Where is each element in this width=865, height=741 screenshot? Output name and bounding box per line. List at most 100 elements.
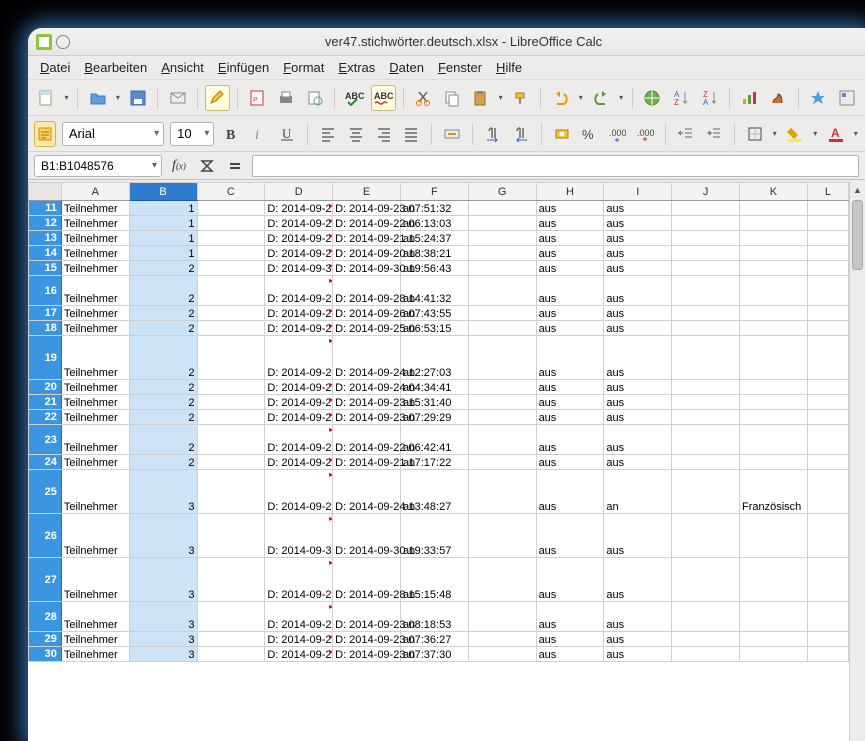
show-draw-icon[interactable] [766,85,791,111]
export-pdf-icon[interactable]: P [245,85,270,111]
cell[interactable] [740,425,808,455]
cell[interactable]: aus [536,261,604,276]
cell[interactable]: D: 2014-09-2 [265,395,333,410]
add-decimal-icon[interactable]: .000 [606,121,628,147]
cell[interactable]: aus [604,647,672,662]
row-header[interactable]: 18 [29,321,62,336]
cell[interactable]: 3 [129,647,197,662]
menu-daten[interactable]: Daten [383,58,430,77]
cell[interactable] [740,632,808,647]
new-doc-icon[interactable] [34,85,59,111]
row-header[interactable]: 28 [29,602,62,632]
row-header[interactable]: 17 [29,306,62,321]
cell[interactable] [197,306,265,321]
cell[interactable] [672,470,740,514]
font-color-icon[interactable]: A [825,121,847,147]
cell[interactable]: Teilnehmer [61,558,129,602]
cell[interactable]: D: 2014-09-21 15:24:37 [333,231,401,246]
cell[interactable] [740,336,808,380]
cell[interactable] [807,647,848,662]
sum-icon[interactable] [196,155,218,177]
percent-icon[interactable]: % [578,121,600,147]
dropdown-icon[interactable]: ▾ [812,129,819,138]
cell[interactable] [468,632,536,647]
cell[interactable] [807,514,848,558]
cell[interactable]: D: 2014-09-26 07:43:55 [333,306,401,321]
cell[interactable] [740,647,808,662]
cell[interactable] [740,306,808,321]
merge-cells-icon[interactable] [441,121,463,147]
row-header[interactable]: 30 [29,647,62,662]
cell[interactable]: D: 2014-09-24 04:34:41 [333,380,401,395]
cell[interactable]: aus [604,306,672,321]
cell[interactable]: Teilnehmer [61,425,129,455]
cell[interactable] [468,261,536,276]
cell[interactable]: 3 [129,602,197,632]
cell[interactable]: D: 2014-09-2 [265,306,333,321]
cell[interactable]: Teilnehmer [61,395,129,410]
column-header-I[interactable]: I [604,183,672,201]
cell[interactable]: 2 [129,261,197,276]
row-header[interactable]: 29 [29,632,62,647]
cell[interactable] [740,276,808,306]
cell[interactable] [807,276,848,306]
row-header[interactable]: 16 [29,276,62,306]
cell[interactable] [740,455,808,470]
cell[interactable]: aus [536,276,604,306]
cell[interactable] [197,602,265,632]
cell[interactable] [740,216,808,231]
cell[interactable] [807,261,848,276]
menu-ansicht[interactable]: Ansicht [155,58,210,77]
cell[interactable] [197,216,265,231]
styles-icon[interactable] [34,121,56,147]
bold-icon[interactable]: B [220,121,242,147]
cell[interactable] [197,395,265,410]
cell[interactable]: D: 2014-09-23 07:36:27 [333,632,401,647]
cell[interactable] [197,261,265,276]
cell[interactable]: Teilnehmer [61,231,129,246]
cell[interactable] [197,321,265,336]
cell[interactable]: aus [536,514,604,558]
dropdown-icon[interactable]: ▾ [617,93,625,102]
cell[interactable]: D: 2014-09-2 [265,216,333,231]
cell[interactable]: aus [536,306,604,321]
cell[interactable]: aus [536,321,604,336]
cell[interactable]: D: 2014-09-24 13:48:27 [333,470,401,514]
cell[interactable] [807,470,848,514]
dropdown-icon[interactable]: ▾ [497,93,505,102]
cell[interactable]: aus [604,380,672,395]
cell[interactable]: aus [536,558,604,602]
row-header[interactable]: 11 [29,201,62,216]
select-all-corner[interactable] [29,183,62,201]
cell[interactable]: D: 2014-09-30 19:56:43 [333,261,401,276]
cell[interactable]: aus [604,246,672,261]
print-preview-icon[interactable] [302,85,327,111]
cell[interactable]: aus [536,336,604,380]
cell[interactable]: Teilnehmer [61,306,129,321]
menu-hilfe[interactable]: Hilfe [490,58,528,77]
cell[interactable] [672,558,740,602]
cell[interactable] [197,558,265,602]
cell[interactable]: D: 2014-09-2 [265,602,333,632]
copy-icon[interactable] [439,85,464,111]
align-center-icon[interactable] [345,121,367,147]
cell[interactable] [807,395,848,410]
column-header-C[interactable]: C [197,183,265,201]
cell[interactable] [672,632,740,647]
spellcheck-icon[interactable]: ABC [342,85,367,111]
cell[interactable] [807,306,848,321]
email-icon[interactable] [165,85,190,111]
cell[interactable] [468,455,536,470]
cell[interactable] [807,410,848,425]
column-header-G[interactable]: G [468,183,536,201]
cell[interactable] [468,410,536,425]
edit-mode-icon[interactable] [205,85,230,111]
column-header-B[interactable]: B [129,183,197,201]
dropdown-icon[interactable]: ▾ [63,93,71,102]
row-header[interactable]: 19 [29,336,62,380]
menu-datei[interactable]: Datei [34,58,76,77]
navigator-icon[interactable] [834,85,859,111]
cell[interactable]: D: 2014-09-3 [265,261,333,276]
cell[interactable] [468,470,536,514]
cell[interactable] [672,455,740,470]
